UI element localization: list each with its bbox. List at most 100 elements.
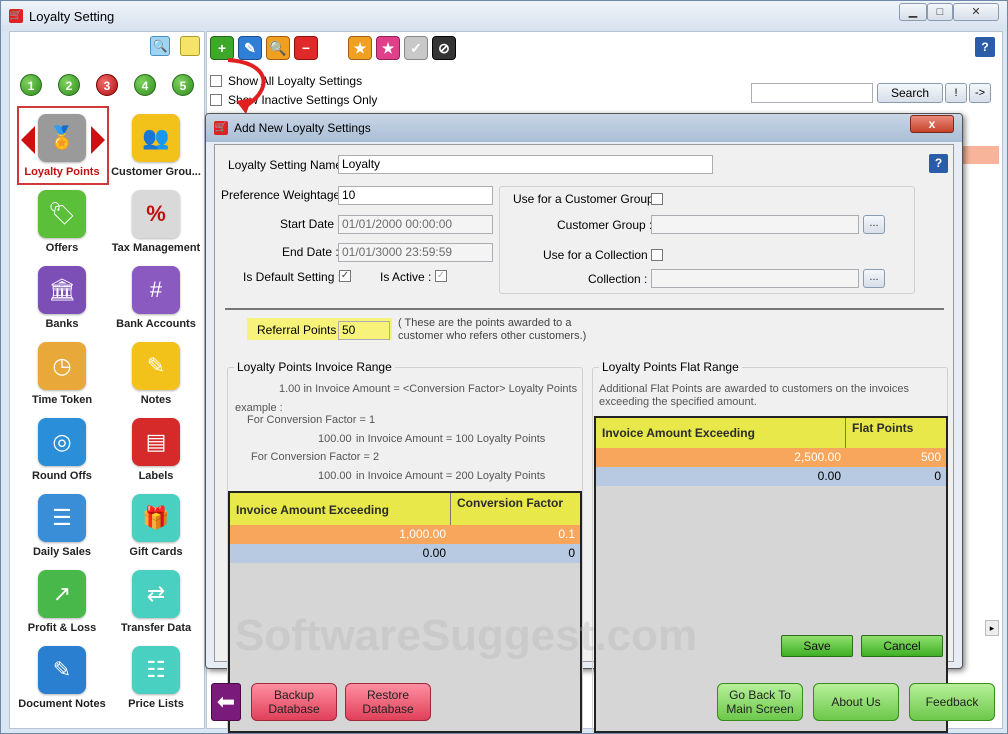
tile-label: Time Token [31, 394, 93, 406]
tile-tax-management[interactable]: % Tax Management [108, 190, 204, 254]
tile-transfer-data[interactable]: ⇄ Transfer Data [108, 570, 204, 634]
invoice-row1-factor: 0.1 [558, 527, 575, 541]
tile-labels[interactable]: ▤ Labels [108, 418, 204, 482]
default-label: Is Default Setting : [243, 270, 342, 284]
tile-label: Loyalty Points [24, 166, 100, 178]
flat-row2-points: 0 [934, 469, 941, 483]
tile-notes[interactable]: ✎ Notes [108, 342, 204, 406]
use-group-checkbox[interactable] [651, 193, 663, 205]
dialog-close-button[interactable]: x [910, 115, 954, 133]
title-bar: 🛒 Loyalty Setting ▁ □ ✕ [1, 1, 1007, 31]
tile-gift-cards[interactable]: 🎁 Gift Cards [108, 494, 204, 558]
collection-input[interactable] [651, 269, 859, 288]
invoice-line5: For Conversion Factor = 2 [251, 451, 380, 463]
flat-row1-points: 500 [920, 450, 941, 464]
tile-label: Gift Cards [129, 546, 183, 558]
go-back-button[interactable]: Go Back To Main Screen [717, 683, 803, 721]
tile-customer-grou[interactable]: 👥 Customer Grou... [108, 114, 204, 178]
tile-daily-sales[interactable]: ☰ Daily Sales [14, 494, 110, 558]
flat-col2-header[interactable]: Flat Points [846, 418, 946, 448]
backup-database-button[interactable]: Backup Database [251, 683, 337, 721]
restore-database-button[interactable]: Restore Database [345, 683, 431, 721]
add-loyalty-dialog: 🛒 Add New Loyalty Settings x Loyalty Set… [205, 113, 963, 733]
save-button[interactable]: Save [781, 635, 853, 657]
tile-banks[interactable]: 🏛 Banks [14, 266, 110, 330]
tile-label: Round Offs [32, 470, 92, 482]
dialog-help-icon[interactable]: ? [929, 154, 948, 173]
tile-label: Price Lists [128, 698, 184, 710]
customers-icon: 👥 [132, 114, 180, 162]
tile-loyalty-points[interactable]: 🏅 Loyalty Points [14, 114, 110, 178]
list-selected-row[interactable] [959, 146, 999, 164]
group-input[interactable] [651, 215, 859, 234]
group-browse-button[interactable]: ... [863, 215, 885, 234]
exclaim-button[interactable]: ! [945, 83, 967, 103]
windows-icon[interactable] [180, 36, 200, 56]
invoice-col2-header[interactable]: Conversion Factor [451, 493, 580, 525]
step-2[interactable]: 2 [58, 74, 80, 96]
search-input[interactable] [751, 83, 873, 103]
name-input[interactable]: Loyalty [338, 155, 713, 174]
use-group-label: Use for a Customer Group : [513, 192, 661, 206]
search-button[interactable]: Search [877, 83, 943, 103]
weight-label: Preference Weightage : [221, 188, 347, 202]
referral-note: ( These are the points awarded to a cust… [398, 317, 587, 342]
tile-bank-accounts[interactable]: # Bank Accounts [108, 266, 204, 330]
left-panel: 🔍 1 2 3 4 5 🏅 Loyalty Points 👥 Customer Gro… [9, 31, 205, 729]
tile-offers[interactable]: 🏷 Offers [14, 190, 110, 254]
cancel-button[interactable]: Cancel [861, 635, 943, 657]
offer-icon: 🏷 [38, 190, 86, 238]
invoice-line6b: in Invoice Amount = 200 Loyalty Points [356, 470, 546, 482]
award-icon[interactable]: ★ [348, 36, 372, 60]
table-row[interactable]: 1,000.00 0.1 [230, 525, 580, 544]
check-icon[interactable]: ✓ [404, 36, 428, 60]
default-checkbox[interactable]: ✓ [339, 270, 351, 282]
table-row[interactable]: 2,500.00 500 [596, 448, 946, 467]
flat-col1-header[interactable]: Invoice Amount Exceeding [596, 418, 846, 448]
start-date-input[interactable]: 01/01/2000 00:00:00 [338, 215, 493, 234]
help-icon[interactable]: ? [975, 37, 995, 57]
feedback-button[interactable]: Feedback [909, 683, 995, 721]
step-3[interactable]: 3 [96, 74, 118, 96]
tile-round-offs[interactable]: ◎ Round Offs [14, 418, 110, 482]
use-collection-checkbox[interactable] [651, 249, 663, 261]
cart-icon: 🛒 [9, 9, 23, 23]
collection-browse-button[interactable]: ... [863, 269, 885, 288]
tile-label: Transfer Data [120, 622, 192, 634]
bank-icon: 🏛 [38, 266, 86, 314]
tile-label: Document Notes [18, 698, 106, 710]
chart-icon: ↗ [38, 570, 86, 618]
tile-price-lists[interactable]: ☷ Price Lists [108, 646, 204, 710]
end-date-input[interactable]: 01/01/3000 23:59:59 [338, 243, 493, 262]
dialog-body: Loyalty Setting Name : Loyalty ? Prefere… [214, 144, 954, 733]
scroll-right-icon[interactable]: ▸ [985, 620, 999, 636]
table-row[interactable]: 0.00 0 [230, 544, 580, 563]
go-button[interactable]: -> [969, 83, 991, 103]
about-us-button[interactable]: About Us [813, 683, 899, 721]
weight-input[interactable]: 10 [338, 186, 493, 205]
search-icon[interactable]: 🔍 [150, 36, 170, 56]
back-arrow-icon[interactable]: ⬅ [211, 683, 241, 721]
minimize-button[interactable]: ▁ [899, 3, 927, 21]
tile-time-token[interactable]: ◷ Time Token [14, 342, 110, 406]
collection-label: Collection : [588, 272, 648, 286]
target-icon: ◎ [38, 418, 86, 466]
flat-row2-amount: 0.00 [817, 469, 841, 483]
tile-document-notes[interactable]: ✎ Document Notes [14, 646, 110, 710]
invoice-col1-header[interactable]: Invoice Amount Exceeding [230, 493, 451, 525]
pricelist-icon: ☷ [132, 646, 180, 694]
invoice-line1: 1.00 in Invoice Amount = <Conversion Fac… [279, 383, 578, 395]
star-icon[interactable]: ★ [376, 36, 400, 60]
step-4[interactable]: 4 [134, 74, 156, 96]
invoice-line3: For Conversion Factor = 1 [247, 414, 376, 426]
referral-input[interactable]: 50 [338, 321, 390, 340]
step-5[interactable]: 5 [172, 74, 194, 96]
table-row[interactable]: 0.00 0 [596, 467, 946, 486]
maximize-button[interactable]: □ [927, 3, 953, 21]
close-button[interactable]: ✕ [953, 3, 999, 21]
active-checkbox[interactable]: ✓ [435, 270, 447, 282]
step-1[interactable]: 1 [20, 74, 42, 96]
block-icon[interactable]: ⊘ [432, 36, 456, 60]
tile-profit-loss[interactable]: ↗ Profit & Loss [14, 570, 110, 634]
tile-label: Offers [45, 242, 79, 254]
